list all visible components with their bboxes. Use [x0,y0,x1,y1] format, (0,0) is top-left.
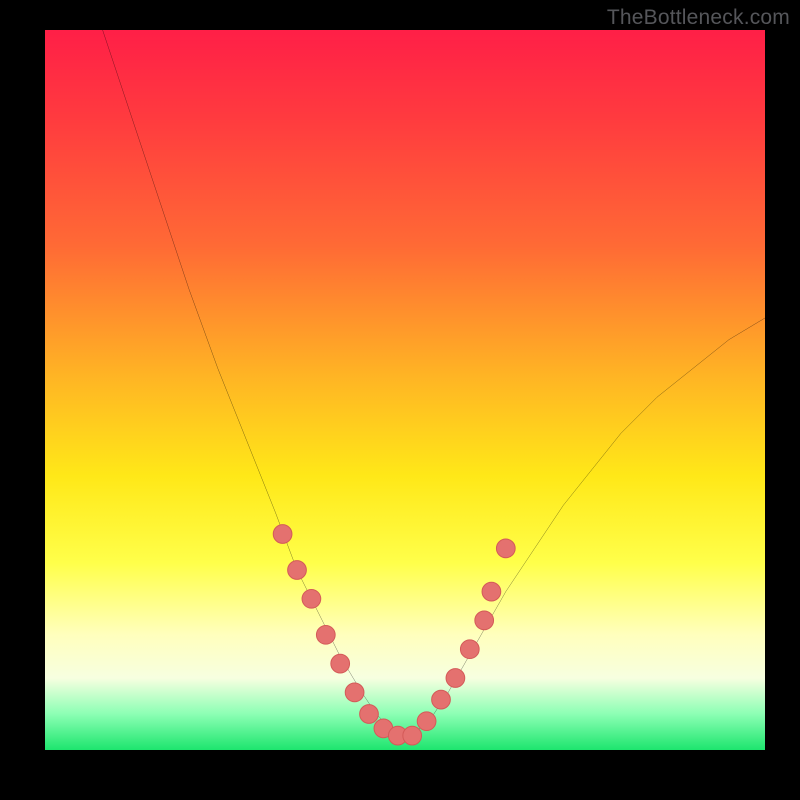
data-marker [446,669,465,688]
data-marker [475,611,494,630]
data-marker [360,705,379,724]
data-marker [482,582,501,601]
data-marker [302,589,321,608]
data-marker [403,726,422,745]
data-marker [273,525,292,544]
marker-layer [45,30,765,750]
data-marker [316,625,335,644]
data-marker [460,640,479,659]
data-marker [288,561,307,580]
chart-frame: TheBottleneck.com [0,0,800,800]
plot-area [45,30,765,750]
data-marker [496,539,515,558]
data-marker [345,683,364,702]
data-marker [417,712,436,731]
data-marker [331,654,350,673]
data-marker [432,690,451,709]
watermark-text: TheBottleneck.com [607,6,790,30]
